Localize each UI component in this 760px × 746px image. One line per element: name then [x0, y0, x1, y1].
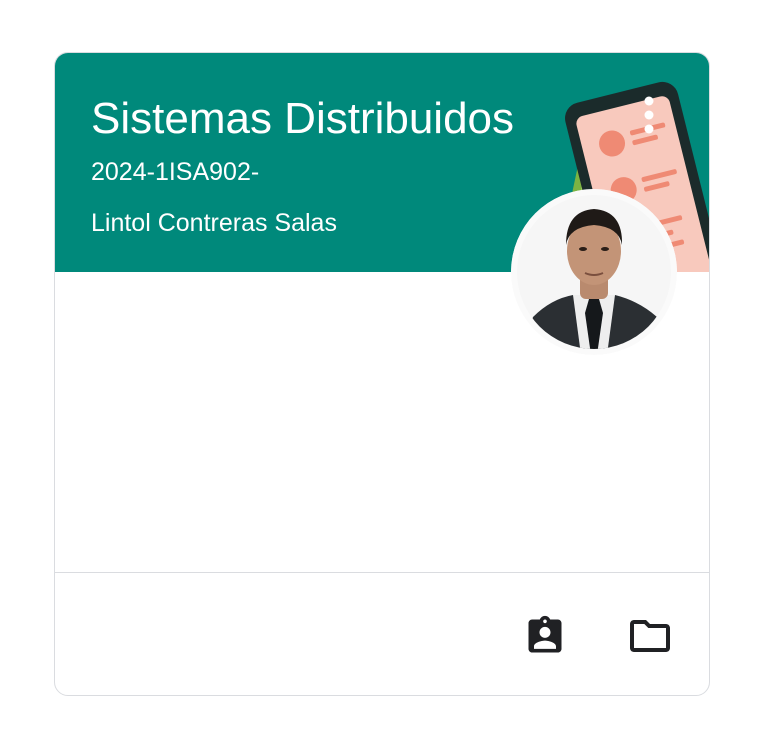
folder-icon [630, 620, 670, 652]
assignment-ind-icon [528, 615, 562, 653]
course-card: Sistemas Distribuidos 2024-1ISA902- Lint… [54, 52, 710, 696]
course-section[interactable]: 2024-1ISA902- [91, 157, 259, 187]
teacher-avatar[interactable] [511, 189, 677, 355]
more-options-button[interactable] [635, 93, 663, 137]
more-vert-icon [644, 96, 654, 134]
card-divider [55, 572, 709, 573]
open-folder-button[interactable] [622, 608, 678, 664]
teacher-name[interactable]: Lintol Contreras Salas [91, 208, 337, 238]
your-work-button[interactable] [517, 608, 573, 664]
course-title[interactable]: Sistemas Distribuidos [91, 93, 514, 145]
teacher-photo [511, 189, 677, 355]
